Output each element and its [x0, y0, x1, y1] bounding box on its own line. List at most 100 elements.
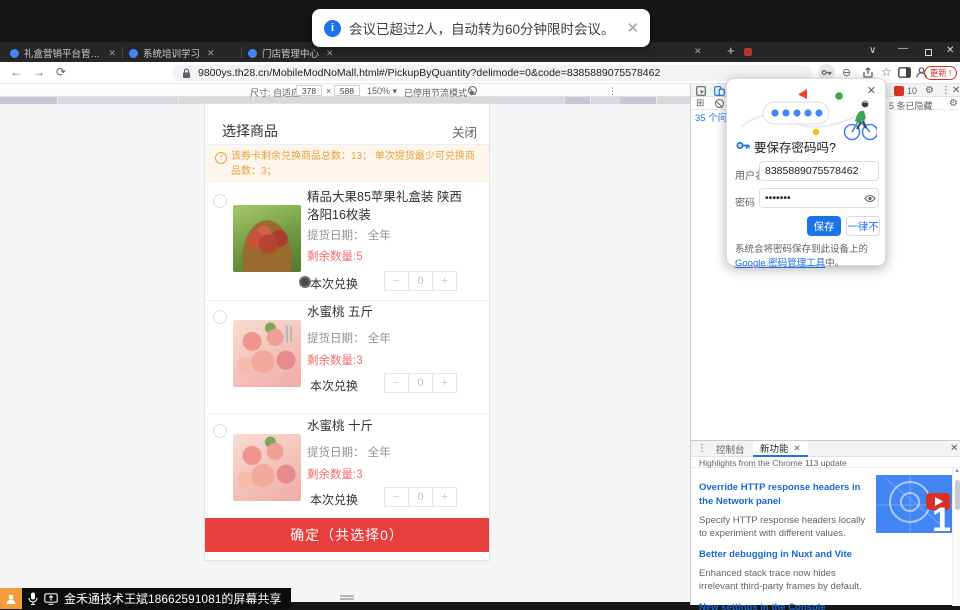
exchange-label: 本次兑换 — [310, 491, 358, 508]
drawer-scrollbar[interactable]: ▲ — [952, 468, 960, 606]
clear-console-icon[interactable] — [715, 99, 724, 108]
update-alert-mark: ! — [949, 68, 951, 78]
url-text[interactable]: 9800ys.th28.cn/MobileModNoMall.html#/Pic… — [198, 67, 660, 79]
google-key-icon — [736, 139, 750, 152]
quantity-stepper: − 0 + — [385, 487, 457, 507]
back-icon[interactable]: ← — [10, 65, 22, 79]
hidden-messages-label: 5 条已隐藏 — [889, 99, 933, 112]
plus-button[interactable]: + — [432, 487, 457, 507]
hidden-tab-close-icon[interactable]: ✕ — [694, 46, 702, 57]
product-radio[interactable] — [213, 424, 227, 438]
window-close-icon[interactable]: ✕ — [946, 45, 954, 56]
tab-title: 门店管理中心 — [262, 46, 319, 60]
devtools-more-icon[interactable]: ⋮ — [941, 85, 951, 96]
pinned-tab-favicon[interactable] — [744, 48, 752, 56]
username-field[interactable] — [759, 161, 879, 181]
window-maximize-icon[interactable] — [925, 49, 932, 56]
screen-share-bar: 金禾通技术王斌18662591081的屏幕共享 — [0, 588, 291, 609]
browser-tab-2[interactable]: 系统培训学习 ✕ — [123, 44, 241, 62]
quantity-value[interactable]: 0 — [408, 487, 433, 507]
screen-share-stage: 礼盒营销平台管理中心 ✕ 系统培训学习 ✕ 门店管理中心 ✕ ✕ + ∨ — ✕ — [0, 0, 960, 610]
screen-share-icon — [44, 593, 58, 605]
scrollbar-thumb[interactable] — [955, 480, 960, 510]
device-toolbar-more-icon[interactable]: ⋮ — [608, 86, 617, 97]
divider — [205, 300, 489, 301]
tab-title: 系统培训学习 — [143, 46, 200, 60]
device-mode-icon[interactable] — [714, 86, 725, 96]
tab-favicon — [129, 49, 138, 58]
device-height-input[interactable] — [334, 85, 360, 96]
ruler-segment — [565, 97, 590, 104]
quantity-stepper: − 0 + — [385, 373, 457, 393]
drawer-close-icon[interactable]: ✕ — [950, 443, 958, 454]
new-tab-button[interactable]: + — [727, 43, 735, 58]
console-settings-gear-icon[interactable]: ⚙ — [949, 98, 958, 109]
show-password-eye-icon[interactable] — [864, 194, 876, 203]
coupon-notice-text: 该券卡剩余兑换商品总数：13； 单次提货最少可兑换商品数：3； — [231, 150, 481, 179]
inspect-icon[interactable] — [696, 86, 706, 96]
banner-close-icon[interactable]: ✕ — [627, 19, 640, 37]
tab-whats-new[interactable]: 新功能 ✕ — [753, 441, 808, 457]
whats-new-item-title[interactable]: Override HTTP response headers in the Ne… — [699, 481, 871, 509]
whats-new-list: Override HTTP response headers in the Ne… — [699, 481, 871, 610]
password-manager-link[interactable]: Google 密码管理工具 — [735, 258, 825, 269]
remaining-stock: 剩余数量:3 — [307, 466, 363, 482]
chrome-update-button[interactable]: 更新 ! — [924, 66, 957, 80]
password-field[interactable] — [759, 188, 879, 208]
tab-close-icon[interactable]: ✕ — [326, 48, 334, 59]
scroll-up-icon[interactable]: ▲ — [954, 468, 960, 474]
whats-new-item-title[interactable]: Better debugging in Nuxt and Vite — [699, 548, 871, 562]
forward-icon[interactable]: → — [33, 65, 45, 79]
tab-title: 礼盒营销平台管理中心 — [24, 46, 101, 60]
tab-close-icon[interactable]: ✕ — [794, 443, 801, 454]
update-label: 更新 — [930, 67, 947, 79]
device-width-input[interactable] — [296, 85, 322, 96]
tab-favicon — [10, 49, 19, 58]
devtools-close-icon[interactable]: ✕ — [952, 85, 960, 96]
window-menu-icon[interactable]: ∨ — [869, 45, 876, 56]
reload-icon[interactable]: ⟳ — [56, 65, 66, 79]
never-button[interactable]: 一律不 — [846, 216, 880, 236]
minus-button[interactable]: − — [384, 271, 409, 291]
window-minimize-icon[interactable]: — — [898, 43, 908, 54]
viewport-resize-handle-right[interactable] — [286, 326, 292, 342]
modal-close-link[interactable]: 关闭 — [452, 122, 477, 141]
dialog-footer: 系统会将密码保存到此设备上的 Google 密码管理工具中。 — [735, 243, 879, 271]
product-image-peach — [233, 434, 301, 501]
devtools-settings-gear-icon[interactable]: ⚙ — [925, 85, 934, 96]
plus-button[interactable]: + — [432, 373, 457, 393]
browser-tab-1[interactable]: 礼盒营销平台管理中心 ✕ — [4, 44, 122, 62]
tab-close-icon[interactable]: ✕ — [207, 48, 215, 59]
minus-button[interactable]: − — [384, 487, 409, 507]
whats-new-video-thumbnail[interactable]: 1 — [876, 475, 954, 533]
ruler-segment — [620, 97, 656, 104]
device-toolbar: 尺寸: 自适应 ▾ × 150% ▾ 已停用节流模式 ▾ ⋮ — [0, 84, 690, 97]
whats-new-item-title[interactable]: New settings in the Console — [699, 601, 871, 610]
drawer-tab-bar: ⋮ 控制台 新功能 ✕ ✕ — [691, 441, 960, 457]
drawer-more-icon[interactable]: ⋮ — [697, 443, 707, 454]
quantity-value[interactable]: 0 — [408, 373, 433, 393]
whats-new-item-body: Specify HTTP response headers locally to… — [699, 514, 871, 541]
product-image-apple-giftbox — [233, 205, 301, 272]
password-illustration — [737, 87, 877, 141]
quantity-value[interactable]: 0 — [408, 271, 433, 291]
tab-close-icon[interactable]: ✕ — [108, 48, 116, 59]
no-throttle-icon[interactable] — [468, 86, 477, 95]
side-panel-icon[interactable] — [898, 67, 911, 78]
update-alert-badge[interactable] — [894, 86, 904, 96]
console-sidebar-icon[interactable]: ⊞ — [696, 98, 704, 109]
plus-button[interactable]: + — [432, 271, 457, 291]
issues-count-badge[interactable]: 10 — [907, 86, 917, 96]
minus-button[interactable]: − — [384, 373, 409, 393]
viewport-resize-handle-bottom[interactable] — [340, 595, 354, 600]
bookmark-star-icon[interactable]: ☆ — [881, 65, 892, 79]
confirm-button[interactable]: 确定（共选择0） — [205, 518, 489, 552]
tab-console[interactable]: 控制台 — [709, 441, 752, 457]
product-radio[interactable] — [213, 310, 227, 324]
save-button[interactable]: 保存 — [807, 216, 841, 236]
product-radio[interactable] — [213, 194, 227, 208]
lock-icon — [182, 68, 191, 79]
app-header: 选择商品 关闭 — [205, 115, 489, 145]
device-zoom-select[interactable]: 150% ▾ — [367, 86, 397, 97]
info-icon: i — [324, 20, 341, 37]
